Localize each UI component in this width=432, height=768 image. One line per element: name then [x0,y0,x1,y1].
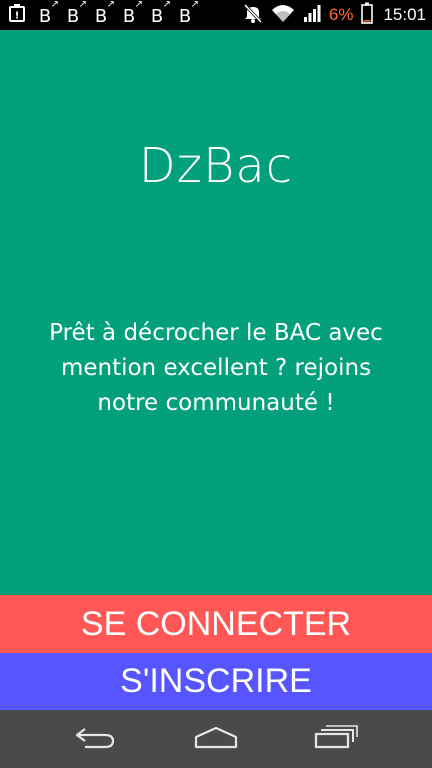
b-notification-icon: B ↗ [122,0,143,27]
home-icon [193,725,239,753]
clock: 15:01 [383,5,426,24]
navigation-bar [0,710,432,768]
status-bar: ! B ↗ B ↗ B ↗ B ↗ B ↗ B ↗ 6% 15:01 [0,0,432,30]
b-notification-icon: B ↗ [150,0,171,27]
recent-apps-icon [314,725,358,753]
screen: ! B ↗ B ↗ B ↗ B ↗ B ↗ B ↗ 6% 15:01 DzBac… [0,0,432,768]
signup-button[interactable]: S'INSCRIRE [0,653,432,710]
battery-icon [361,2,374,28]
home-button[interactable] [176,710,256,768]
battery-percent: 6% [328,5,354,24]
welcome-panel: DzBac Prêt à décrocher le BAC avec menti… [0,30,432,595]
tagline: Prêt à décrocher le BAC avec mention exc… [49,320,383,416]
system-icons: 6% 15:01 [243,2,426,28]
b-notification-icon: B ↗ [94,0,115,27]
notification-icons: ! B ↗ B ↗ B ↗ B ↗ B ↗ B ↗ [8,0,199,27]
svg-text:!: ! [15,11,20,22]
b-notification-icon: B ↗ [38,0,59,27]
recent-apps-button[interactable] [296,710,376,768]
login-button[interactable]: SE CONNECTER [0,595,432,653]
wifi-icon [271,3,295,27]
mute-icon [243,3,263,27]
back-icon [75,725,117,753]
signal-icon [303,3,321,27]
warning-icon: ! [8,3,26,27]
b-notification-icon: B ↗ [66,0,87,27]
back-button[interactable] [56,710,136,768]
b-notification-icon: B ↗ [178,0,199,27]
app-title: DzBac [138,138,294,194]
